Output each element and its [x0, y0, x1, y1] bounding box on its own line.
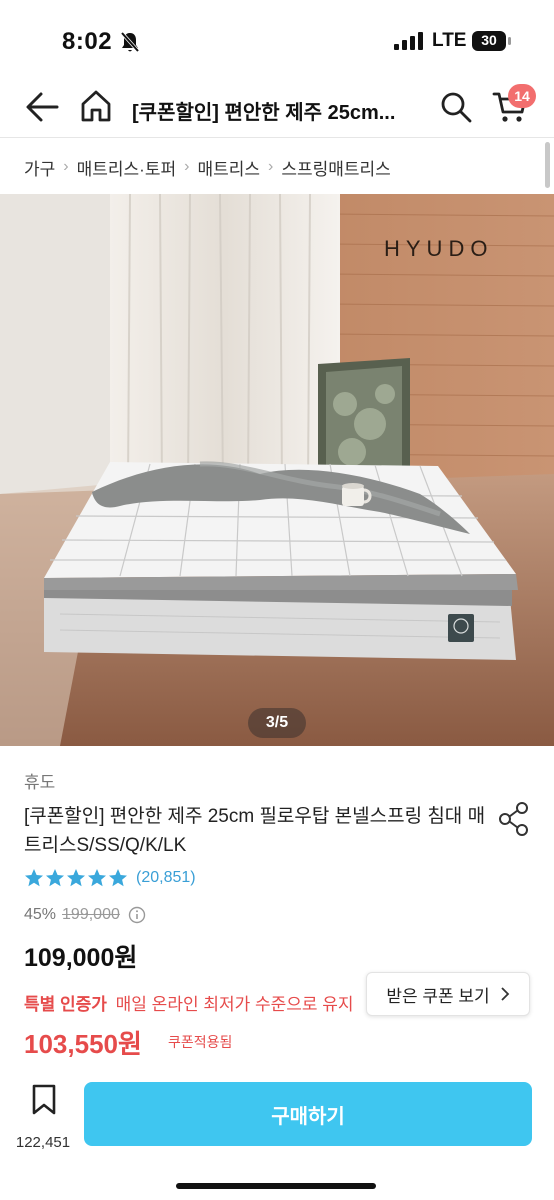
chevron-right-icon [501, 987, 509, 1001]
info-icon[interactable] [128, 906, 146, 924]
cart-count-badge: 14 [508, 84, 536, 108]
bookmark-count: 122,451 [15, 1134, 71, 1151]
breadcrumb-item[interactable]: 가구 [24, 155, 55, 180]
page-title: [쿠폰할인] 편안한 제주 25cm... [132, 102, 396, 124]
original-price: 199,000 [62, 906, 120, 923]
chevron-right-icon: › [268, 158, 274, 175]
home-indicator[interactable] [176, 1183, 376, 1189]
product-name: [쿠폰할인] 편안한 제주 25cm 필로우탑 본넬스프링 침대 매트리스S/S… [24, 806, 486, 856]
review-count[interactable]: (20,851) [136, 869, 196, 887]
special-price-row: 특별 인증가 매일 온라인 최저가 수준으로 유지 [24, 990, 354, 1015]
top-nav-bar: [쿠폰할인] 편안한 제주 25cm... 14 [0, 78, 554, 138]
star-icon [88, 869, 106, 887]
battery-icon: 30 [472, 30, 512, 52]
chevron-right-icon: › [184, 158, 190, 175]
share-icon[interactable] [497, 801, 531, 837]
status-time: 8:02 [62, 28, 113, 55]
bookmark-button[interactable]: 122,451 [14, 1084, 72, 1154]
search-icon[interactable] [440, 91, 472, 123]
discount-rate: 45% [24, 906, 57, 923]
special-price-label: 특별 인증가 [24, 995, 107, 1014]
special-price-desc: 매일 온라인 최저가 수준으로 유지 [115, 995, 354, 1014]
brand-watermark: HYUDO [384, 236, 493, 261]
back-arrow-icon[interactable] [24, 90, 62, 124]
scrollbar[interactable] [545, 142, 550, 188]
chevron-right-icon: › [63, 158, 69, 175]
bottom-action-bar: 122,451 구매하기 [0, 1070, 554, 1200]
home-icon[interactable] [78, 88, 114, 124]
star-icon [67, 869, 85, 887]
coupon-applied-label: 쿠폰적용됨 [168, 1034, 233, 1050]
star-icon [25, 869, 43, 887]
bookmark-icon [32, 1084, 56, 1115]
mattress-photo: HYUDO [0, 194, 554, 746]
star-icon [46, 869, 64, 887]
network-type: LTE [432, 30, 467, 51]
bell-off-icon [120, 31, 140, 53]
view-coupon-label: 받은 쿠폰 보기 [386, 986, 490, 1006]
product-image[interactable]: HYUDO [0, 194, 554, 746]
breadcrumb-item[interactable]: 매트리스 [197, 155, 260, 180]
view-coupon-button[interactable]: 받은 쿠폰 보기 [366, 972, 530, 1016]
status-bar: 8:02 LTE 30 [0, 0, 554, 78]
coupon-price: 103,550원 [24, 1029, 142, 1059]
rating-stars [24, 868, 128, 888]
breadcrumb-item[interactable]: 매트리스·토퍼 [77, 155, 177, 180]
signal-icon [394, 32, 423, 50]
sale-price: 109,000원 [24, 944, 138, 972]
star-icon [109, 869, 127, 887]
discount-row: 45% 199,000 [24, 904, 146, 926]
rating-row[interactable]: (20,851) [24, 866, 196, 890]
image-counter: 3/5 [248, 708, 306, 738]
battery-level: 30 [481, 32, 497, 48]
buy-button[interactable]: 구매하기 [84, 1082, 532, 1146]
brand-name[interactable]: 휴도 [24, 768, 55, 793]
breadcrumb: 가구 › 매트리스·토퍼 › 매트리스 › 스프링매트리스 [24, 154, 391, 180]
breadcrumb-item[interactable]: 스프링매트리스 [281, 155, 390, 180]
